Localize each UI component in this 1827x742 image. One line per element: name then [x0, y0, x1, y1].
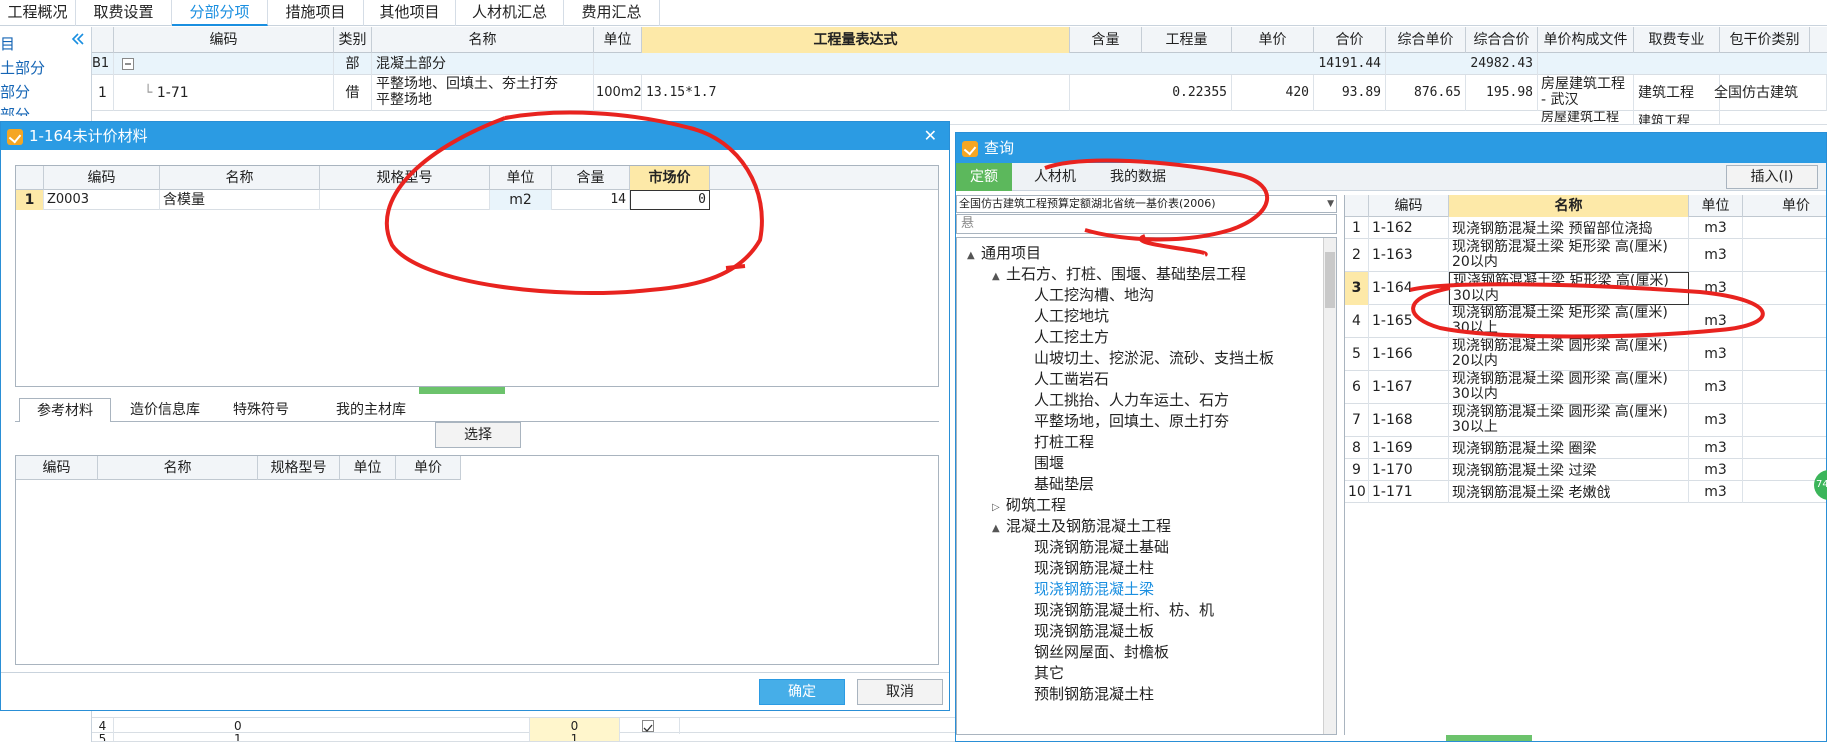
annotation-tail-dialog — [725, 264, 746, 270]
annotation-circle-dialog — [384, 110, 764, 295]
annotation-circle-row — [1409, 282, 1765, 339]
annotation-circle-tabs — [1044, 158, 1270, 257]
annotation-overlay — [384, 110, 1765, 339]
